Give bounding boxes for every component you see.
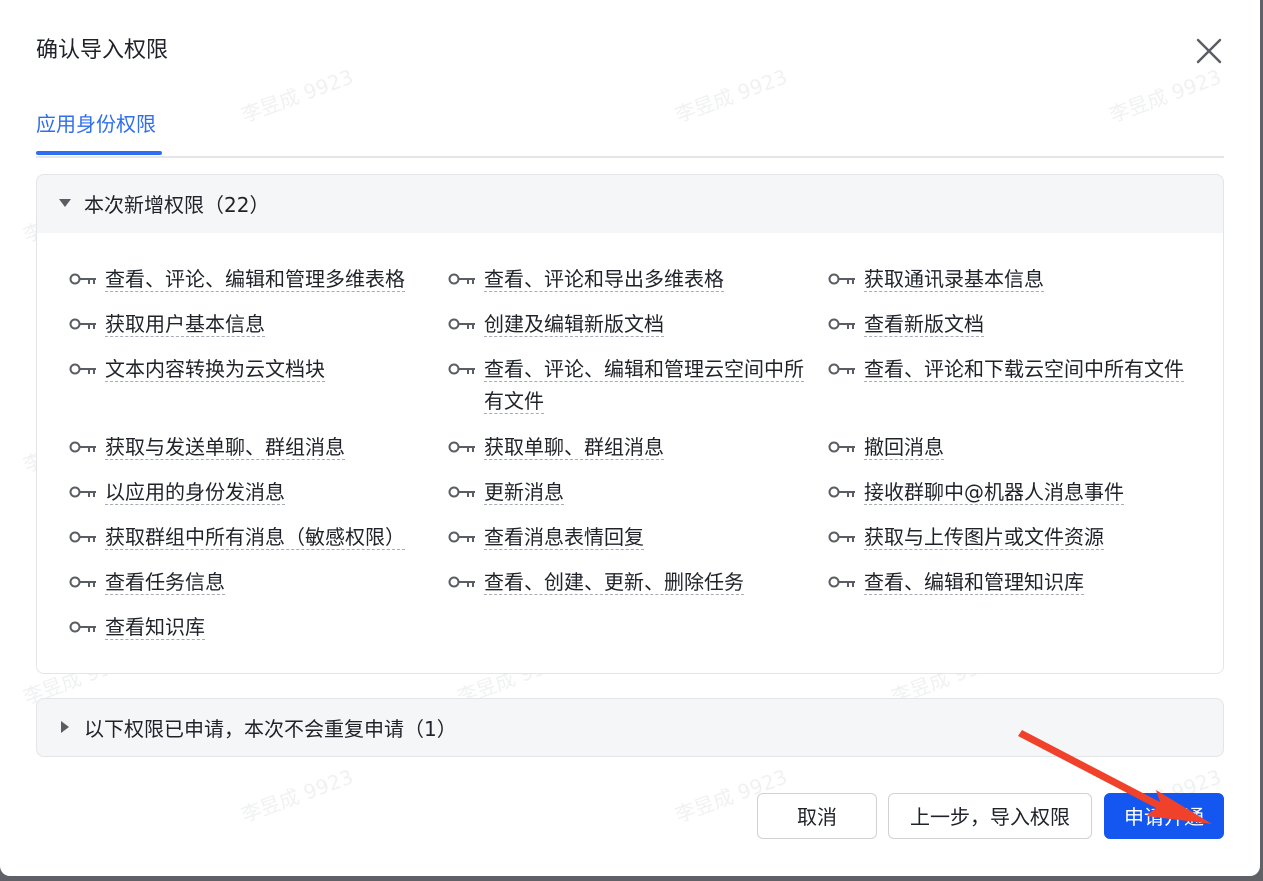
permission-link[interactable]: 以应用的身份发消息 [105,480,285,505]
existing-permissions-panel: 以下权限已申请，本次不会重复申请（1） [36,698,1224,757]
caret-right-icon [61,721,69,733]
permission-label: 创建及编辑新版文档 [484,308,804,340]
tab-bar: 应用身份权限 [36,104,1224,158]
key-icon [69,621,96,633]
existing-permissions-title: 以下权限已申请，本次不会重复申请（1） [84,717,457,741]
permission-link[interactable]: 查看、评论、编辑和管理云空间中所有文件 [484,357,804,414]
permission-label: 接收群聊中@机器人消息事件 [864,476,1184,508]
permission-link[interactable]: 查看任务信息 [105,570,225,595]
permission-link[interactable]: 获取通讯录基本信息 [864,267,1044,292]
cancel-button[interactable]: 取消 [757,793,877,839]
permission-link[interactable]: 更新消息 [484,480,564,505]
key-icon [448,273,475,285]
permission-label: 查看知识库 [105,611,425,643]
permission-link[interactable]: 查看、编辑和管理知识库 [864,570,1084,595]
key-icon [828,486,855,498]
key-icon [448,576,475,588]
permission-label: 文本内容转换为云文档块 [105,353,425,385]
permission-label: 查看、评论、编辑和管理多维表格 [105,263,425,295]
permission-label: 查看任务信息 [105,566,425,598]
permission-label: 获取通讯录基本信息 [864,263,1184,295]
permission-link[interactable]: 创建及编辑新版文档 [484,312,664,337]
key-icon [448,441,475,453]
existing-permissions-header[interactable]: 以下权限已申请，本次不会重复申请（1） [37,699,1223,756]
permission-link[interactable]: 查看、评论和导出多维表格 [484,267,724,292]
new-permissions-title: 本次新增权限（22） [84,193,270,217]
key-icon [828,576,855,588]
permission-label: 撤回消息 [864,431,1184,463]
permission-link[interactable]: 接收群聊中@机器人消息事件 [864,480,1124,505]
permission-link[interactable]: 获取单聊、群组消息 [484,435,664,460]
key-icon [828,531,855,543]
permission-label: 查看、创建、更新、删除任务 [484,566,804,598]
caret-down-icon [59,199,71,207]
permission-list: 查看、评论、编辑和管理多维表格 查看、评论和导出多维表格 获取通讯录基本信息获取用户… [37,233,1223,673]
watermark-text: 李昱成 9923 [237,764,357,828]
permission-label: 查看新版文档 [864,308,1184,340]
close-icon[interactable] [1190,32,1228,70]
permission-link[interactable]: 查看消息表情回复 [484,525,644,550]
permission-link[interactable]: 查看新版文档 [864,312,984,337]
key-icon [69,531,96,543]
permission-link[interactable]: 查看知识库 [105,615,205,640]
apply-button[interactable]: 申请开通 [1104,793,1224,839]
dialog-title: 确认导入权限 [36,38,169,63]
permission-label: 获取与发送单聊、群组消息 [105,431,425,463]
permission-label: 获取单聊、群组消息 [484,431,804,463]
permission-label: 查看、评论和下载云空间中所有文件 [864,353,1184,385]
permission-link[interactable]: 获取与发送单聊、群组消息 [105,435,345,460]
key-icon [69,486,96,498]
new-permissions-panel: 本次新增权限（22） 查看、评论、编辑和管理多维表格 查看、评论和导出多维表格 获取… [36,174,1224,674]
permission-link[interactable]: 获取用户基本信息 [105,312,265,337]
new-permissions-header[interactable]: 本次新增权限（22） [37,175,1223,233]
key-icon [69,441,96,453]
key-icon [448,318,475,330]
key-icon [69,273,96,285]
permission-link[interactable]: 查看、评论和下载云空间中所有文件 [864,357,1184,382]
key-icon [69,576,96,588]
key-icon [69,318,96,330]
permission-label: 获取群组中所有消息（敏感权限） [105,521,425,553]
permission-label: 以应用的身份发消息 [105,476,425,508]
key-icon [448,486,475,498]
permission-label: 获取用户基本信息 [105,308,425,340]
permission-label: 查看、编辑和管理知识库 [864,566,1184,598]
permission-label: 获取与上传图片或文件资源 [864,521,1184,553]
key-icon [69,363,96,375]
permission-link[interactable]: 获取群组中所有消息（敏感权限） [105,525,405,550]
key-icon [828,273,855,285]
permission-link[interactable]: 获取与上传图片或文件资源 [864,525,1104,550]
key-icon [448,363,475,375]
key-icon [828,318,855,330]
permission-label: 查看、评论和导出多维表格 [484,263,804,295]
permission-label: 更新消息 [484,476,804,508]
permission-label: 查看、评论、编辑和管理云空间中所有文件 [484,353,804,417]
permission-link[interactable]: 查看、评论、编辑和管理多维表格 [105,267,405,292]
permission-label: 查看消息表情回复 [484,521,804,553]
import-permissions-dialog: 李昱成 9923 李昱成 9923 李昱成 9923 李昱成 9923 李昱成 9923… [0,0,1260,876]
permission-link[interactable]: 查看、创建、更新、删除任务 [484,570,744,595]
previous-step-button[interactable]: 上一步，导入权限 [888,793,1092,839]
key-icon [828,441,855,453]
tab-active-indicator [36,151,162,155]
key-icon [828,363,855,375]
permission-link[interactable]: 撤回消息 [864,435,944,460]
key-icon [448,531,475,543]
permission-link[interactable]: 文本内容转换为云文档块 [105,357,325,382]
tab-app-identity-permissions[interactable]: 应用身份权限 [36,110,156,138]
